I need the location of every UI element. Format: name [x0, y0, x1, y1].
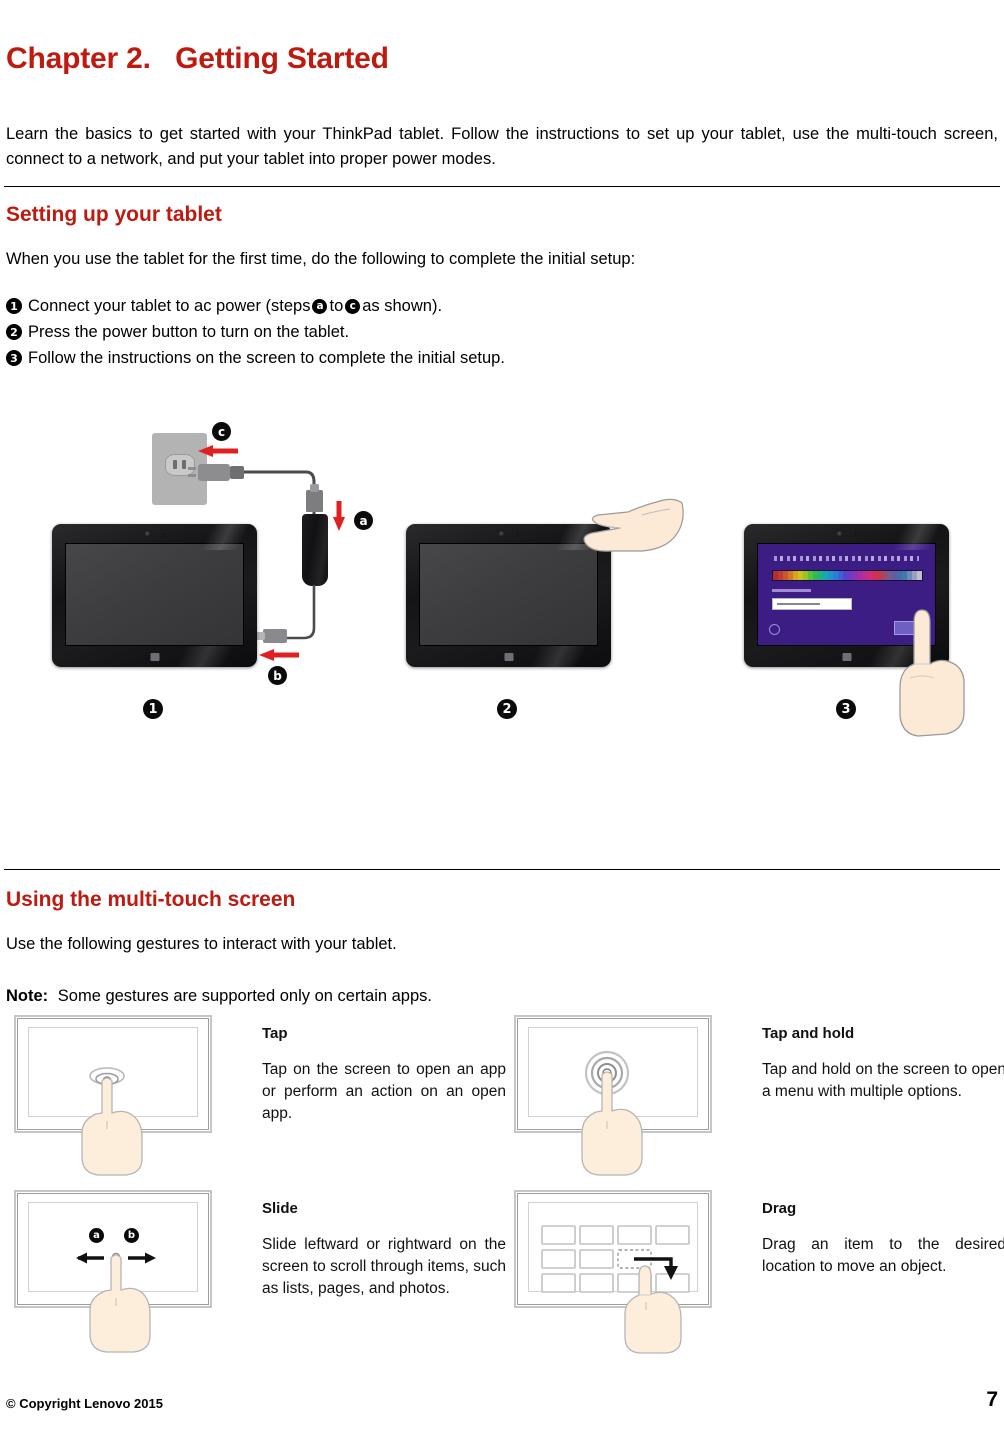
step-tag-a-icon: a — [312, 298, 328, 314]
figure-tag-c: c — [212, 422, 231, 441]
setup-next-button[interactable] — [894, 621, 923, 636]
plug-pin-icon — [188, 474, 196, 477]
heading-using-multi-touch-screen: Using the multi-touch screen — [6, 888, 296, 911]
arrow-down-to-adapter-icon — [333, 501, 345, 531]
slide-marker-b: b — [124, 1228, 139, 1243]
setup-instruction-text — [774, 555, 919, 561]
windows-button-icon — [842, 652, 851, 661]
connector-tip — [310, 484, 319, 492]
gesture-title: Slide — [262, 1200, 298, 1217]
step-text-middle: to — [329, 296, 344, 315]
drag-finger-icon — [624, 1265, 682, 1354]
step-text: Follow the instructions on the screen to… — [28, 348, 505, 367]
heading-setting-up-your-tablet: Setting up your tablet — [6, 203, 222, 226]
note-label: Note: — [6, 987, 49, 1005]
list-item: 2 Press the power button to turn on the … — [6, 319, 505, 345]
tap-finger-icon — [81, 1067, 143, 1176]
intro-paragraph: Learn the basics to get started with you… — [6, 125, 998, 168]
setup-illustration: c a b 1 2 3 — [0, 400, 1004, 745]
tablet-device-3 — [744, 524, 949, 667]
figure-tag-b: b — [268, 666, 287, 685]
color-swatch-picker — [772, 569, 923, 581]
tablet-screen-setup-wizard — [757, 542, 936, 646]
figure-tag-a: a — [354, 511, 373, 530]
slide-finger-icon — [76, 1252, 156, 1353]
setup-field-label — [772, 589, 812, 593]
setup-step-list: 1 Connect your tablet to ac power (steps… — [6, 293, 505, 371]
list-item: 3 Follow the instructions on the screen … — [6, 345, 505, 371]
step-number-badge: 1 — [6, 298, 22, 314]
arrow-left-to-tablet-icon — [259, 649, 299, 661]
tablet-device-1 — [52, 524, 257, 667]
note-text: Some gestures are supported only on cert… — [57, 987, 432, 1005]
list-item: 1 Connect your tablet to ac power (steps… — [6, 293, 505, 319]
slide-gesture-icon: a b — [14, 1190, 212, 1353]
ac-adapter-brick-icon — [302, 514, 328, 586]
section-divider-2 — [4, 869, 1000, 870]
tap-hold-finger-icon — [581, 1050, 643, 1176]
windows-button-icon — [504, 652, 513, 661]
page-title: Chapter 2. Getting Started — [6, 42, 389, 75]
gesture-title: Tap — [262, 1025, 288, 1042]
gesture-title: Tap and hold — [762, 1025, 855, 1042]
step-text: Press the power button to turn on the ta… — [28, 322, 350, 341]
step-tag-c-icon: c — [345, 298, 361, 314]
step-number-badge: 2 — [6, 324, 22, 340]
camera-dots — [836, 531, 857, 537]
touch-lead-paragraph: Use the following gestures to interact w… — [6, 935, 397, 953]
figure-panel-number-1: 1 — [143, 699, 163, 719]
tap-gesture-icon — [14, 1015, 212, 1176]
step-text: Connect your tablet to ac power (steps — [28, 296, 311, 315]
setup-text-input[interactable] — [772, 598, 853, 611]
connector-tip-2 — [256, 632, 265, 640]
setup-lead-paragraph: When you use the tablet for the first ti… — [6, 250, 636, 268]
gesture-description: Drag an item to the desired location to … — [762, 1236, 1004, 1275]
step-text-after: as shown). — [362, 296, 443, 315]
adapter-connector-icon — [306, 490, 323, 512]
drag-gesture-icon — [514, 1190, 712, 1354]
step-number-badge: 3 — [6, 350, 22, 366]
tap-and-hold-gesture-icon — [514, 1015, 712, 1176]
tablet-device-2 — [406, 524, 611, 667]
footer-copyright: © Copyright Lenovo 2015 — [6, 1396, 163, 1411]
plug-neck — [230, 466, 244, 479]
figure-panel-number-3: 3 — [836, 699, 856, 719]
slide-marker-a: a — [89, 1228, 104, 1243]
outlet-socket-icon — [164, 453, 195, 476]
gesture-title: Drag — [762, 1200, 797, 1217]
ac-wall-plug-icon — [198, 464, 230, 481]
tablet-power-connector-icon — [263, 629, 287, 643]
ease-of-access-icon[interactable] — [768, 624, 780, 636]
camera-dots — [144, 531, 165, 537]
tablet-screen-off — [419, 542, 598, 646]
camera-dots — [498, 531, 519, 537]
gesture-description: Tap and hold on the screen to open a men… — [762, 1061, 1004, 1100]
touch-note: Note: Some gestures are supported only o… — [6, 984, 432, 1008]
tablet-screen-off — [65, 542, 244, 646]
section-divider-1 — [4, 186, 1000, 187]
plug-pin-icon — [188, 467, 196, 470]
gesture-description: Tap on the screen to open an app or perf… — [262, 1061, 506, 1122]
footer-page-number: 7 — [986, 1388, 998, 1411]
document-page: Chapter 2. Getting Started Learn the bas… — [0, 0, 1004, 1443]
windows-button-icon — [150, 652, 159, 661]
figure-panel-number-2: 2 — [497, 699, 517, 719]
gesture-description: Slide leftward or rightward on the scree… — [262, 1236, 506, 1297]
arrow-left-to-outlet-icon — [198, 445, 238, 457]
